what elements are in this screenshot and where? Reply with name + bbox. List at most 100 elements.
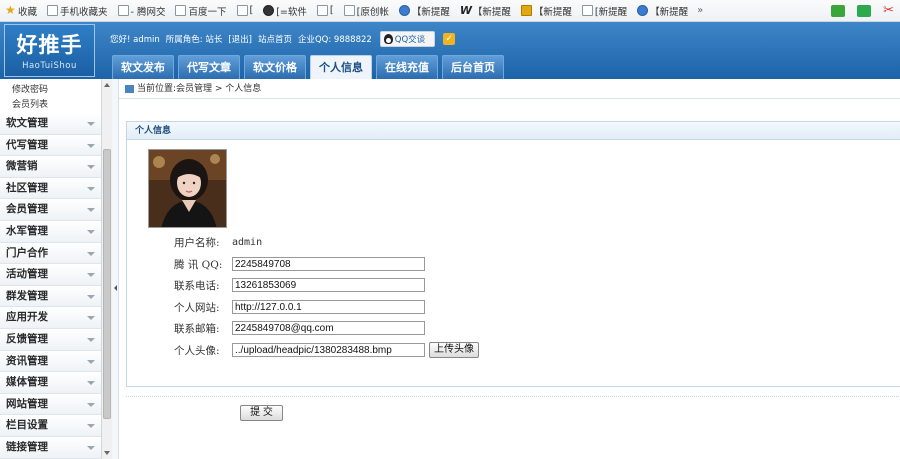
- chevron-down-icon: [87, 122, 95, 126]
- sidebar-item-article[interactable]: 软文管理: [0, 113, 101, 135]
- sidebar-item-members[interactable]: 会员管理: [0, 199, 101, 221]
- breadcrumb-path: 会员管理 > 个人信息: [176, 83, 262, 94]
- tab-admin-home[interactable]: 后台首页: [442, 55, 504, 79]
- collapse-arrow-icon[interactable]: [114, 285, 117, 291]
- avatar-path-field[interactable]: [232, 343, 425, 357]
- toolbar-green-button[interactable]: [825, 0, 851, 21]
- sidebar-subitem-change-password[interactable]: 修改密码: [0, 83, 111, 98]
- sidebar-item-links[interactable]: 链接管理: [0, 436, 101, 459]
- sidebar-item-feedback[interactable]: 反馈管理: [0, 328, 101, 351]
- sidebar-item-news[interactable]: 资讯管理: [0, 350, 101, 373]
- chevron-down-icon: [87, 208, 95, 213]
- cursor-icon: [263, 5, 275, 16]
- qq-field[interactable]: [232, 257, 425, 271]
- sidebar-item-micro-marketing[interactable]: 微营销: [0, 156, 101, 178]
- sidebar-item-ghostwrite[interactable]: 代写管理: [0, 134, 101, 157]
- favorite-item-reminder-2[interactable]: W 【新提醒: [455, 0, 516, 21]
- username-value: admin: [232, 236, 263, 248]
- sidebar-item-portal[interactable]: 门户合作: [0, 242, 101, 265]
- content-divider: [126, 396, 900, 397]
- breadcrumb: 当前位置: 会员管理 > 个人信息: [119, 79, 900, 99]
- sidebar-item-app-dev[interactable]: 应用开发: [0, 307, 101, 329]
- sidebar-subitem-member-list[interactable]: 会员列表: [0, 98, 111, 113]
- favorites-more-button[interactable]: »: [693, 5, 707, 16]
- chevron-down-icon: [87, 251, 95, 256]
- sidebar-item-community[interactable]: 社区管理: [0, 177, 101, 200]
- scrollbar-thumb[interactable]: [103, 149, 111, 419]
- row-website: 个人网站:: [174, 299, 425, 315]
- favorite-item-reminder-4[interactable]: [新提醒: [577, 0, 632, 21]
- favorite-item-original[interactable]: [原创帐: [339, 0, 394, 21]
- sidebar: 修改密码 会员列表 软文管理 代写管理 微营销 社区管理 会员管理 水军管理 门…: [0, 79, 112, 459]
- role-text: 所属角色: 站长: [165, 35, 223, 45]
- page-icon: [343, 5, 355, 16]
- chevron-down-icon: [87, 143, 95, 148]
- toolbar-scissors-button[interactable]: ✂: [877, 0, 900, 21]
- tab-online-recharge[interactable]: 在线充值: [376, 55, 438, 79]
- panel-title: 个人信息: [127, 122, 900, 140]
- sidebar-item-mass-send[interactable]: 群发管理: [0, 285, 101, 308]
- chevron-down-icon: [87, 229, 95, 234]
- star-icon: ★: [5, 3, 16, 17]
- email-field[interactable]: [232, 321, 425, 335]
- book-icon: [831, 4, 846, 17]
- favorite-item-bracket[interactable]: [: [232, 0, 259, 21]
- scroll-up-arrow-icon[interactable]: [104, 83, 110, 87]
- main-content: 当前位置: 会员管理 > 个人信息 个人信息 用户名称: admin 腾 讯 Q…: [119, 79, 900, 459]
- tab-ghostwrite[interactable]: 代写文章: [178, 55, 240, 79]
- sidebar-item-activities[interactable]: 活动管理: [0, 264, 101, 286]
- chevron-down-icon: [87, 316, 95, 321]
- row-avatar-path: 个人头像: 上传头像: [174, 342, 479, 358]
- submit-button[interactable]: 提 交: [240, 405, 283, 421]
- favorite-item-bracket2[interactable]: [: [312, 0, 339, 21]
- favorite-item-reminder-5[interactable]: 【新提醒: [632, 0, 693, 21]
- favorite-item-reminder-3[interactable]: 【新提醒: [516, 0, 577, 21]
- avatar-photo: [149, 150, 226, 227]
- email-label: 联系邮箱:: [174, 322, 220, 335]
- favorite-item-reminder-1[interactable]: 【新提醒: [394, 0, 455, 21]
- scissors-icon: ✂: [883, 3, 894, 18]
- site-logo[interactable]: 好推手 HaoTuiShou: [4, 24, 95, 77]
- main-nav: 软文发布 代写文章 软文价格 个人信息 在线充值 后台首页: [112, 55, 508, 79]
- tab-personal-info[interactable]: 个人信息: [310, 55, 372, 79]
- page-icon: [316, 5, 328, 16]
- favorite-item-collect[interactable]: ★ 收藏: [0, 0, 42, 21]
- tab-publish-article[interactable]: 软文发布: [112, 55, 174, 79]
- sidebar-collapse-splitter[interactable]: [112, 79, 119, 459]
- home-icon[interactable]: [125, 84, 134, 93]
- chevron-down-icon: [87, 424, 95, 429]
- chevron-down-icon: [87, 359, 95, 364]
- logout-link[interactable]: [退出]: [228, 33, 252, 45]
- favorite-item-baidu[interactable]: 百度一下: [170, 0, 231, 21]
- toolbar-translate-button[interactable]: [851, 0, 877, 21]
- app-header: 好推手 HaoTuiShou 您好! admin 所属角色: 站长 [退出] 站…: [0, 22, 900, 79]
- greeting-text: 您好! admin: [110, 35, 160, 45]
- personal-info-panel: 个人信息 用户名称: admin 腾 讯 QQ: 2245849708 联系电话…: [126, 121, 900, 421]
- phone-field[interactable]: [232, 278, 425, 292]
- username-label: 用户名称:: [174, 236, 220, 249]
- globe-icon: [637, 5, 649, 16]
- page-icon: [236, 5, 248, 16]
- sidebar-item-media[interactable]: 媒体管理: [0, 372, 101, 394]
- page-icon: [47, 5, 59, 16]
- favorite-item-software[interactable]: [=软件: [258, 0, 312, 21]
- scroll-down-arrow-icon[interactable]: [104, 451, 110, 455]
- sidebar-item-water-army[interactable]: 水军管理: [0, 220, 101, 243]
- tab-article-price[interactable]: 软文价格: [244, 55, 306, 79]
- favorites-bar: ★ 收藏 手机收藏夹 - 腾网交 百度一下 [ [=软件 [ [原创帐 【新提醒 …: [0, 0, 900, 22]
- sidebar-scrollbar[interactable]: [101, 79, 112, 459]
- avatar-label: 个人头像:: [174, 344, 220, 357]
- site-home-link[interactable]: 站点首页: [258, 33, 292, 45]
- favorite-item-mobile[interactable]: 手机收藏夹: [42, 0, 113, 21]
- website-field[interactable]: [232, 300, 425, 314]
- globe-icon: [398, 5, 410, 16]
- chevron-down-icon: [87, 337, 95, 342]
- phone-label: 联系电话:: [174, 279, 220, 292]
- favorite-item-tengwang[interactable]: - 腾网交: [113, 0, 171, 21]
- sidebar-item-columns[interactable]: 栏目设置: [0, 415, 101, 437]
- upload-avatar-button[interactable]: 上传头像: [429, 342, 479, 358]
- check-icon[interactable]: ✓: [443, 33, 456, 45]
- sidebar-item-website[interactable]: 网站管理: [0, 393, 101, 416]
- website-label: 个人网站:: [174, 301, 220, 314]
- qq-chat-button[interactable]: QQ交谈: [379, 31, 436, 47]
